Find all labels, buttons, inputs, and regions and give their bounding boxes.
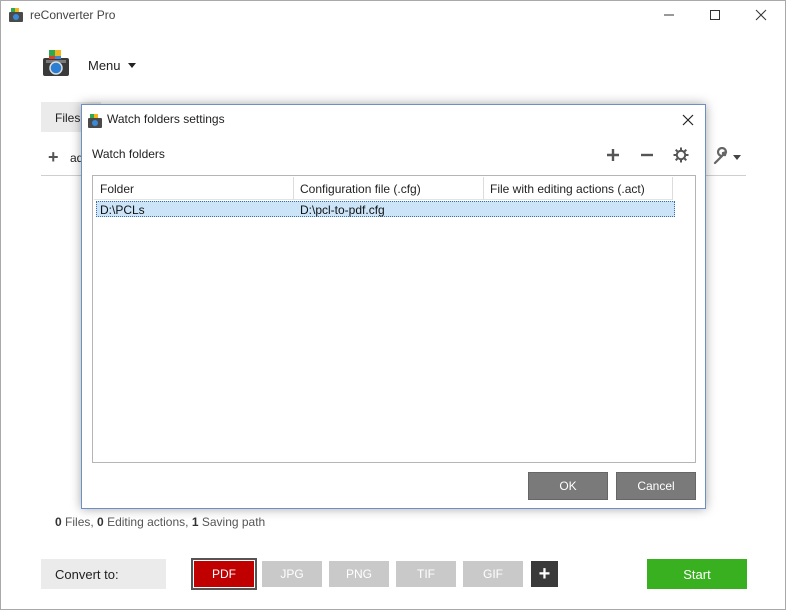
- table-row[interactable]: [96, 201, 675, 217]
- watch-folders-list[interactable]: Folder Configuration file (.cfg) File wi…: [92, 175, 696, 463]
- folder-settings-button[interactable]: [672, 146, 690, 164]
- close-icon: [682, 114, 694, 126]
- add-format-button[interactable]: +: [531, 561, 558, 587]
- row-folder-cell: D:\PCLs: [100, 203, 145, 217]
- tab-files-label: Files: [55, 111, 81, 125]
- actions-count: 0: [97, 515, 104, 529]
- chevron-down-icon[interactable]: [128, 63, 136, 68]
- remove-folder-button[interactable]: [638, 146, 656, 164]
- start-button[interactable]: Start: [647, 559, 747, 589]
- menu-button[interactable]: Menu: [88, 58, 121, 73]
- minimize-button[interactable]: [646, 0, 692, 30]
- watch-folders-dialog: Watch folders settings Watch folders Fol…: [81, 104, 706, 509]
- menu-logo-icon[interactable]: [40, 48, 72, 80]
- paths-label: Saving path: [201, 515, 266, 529]
- column-header-folder-label: Folder: [100, 182, 135, 196]
- gear-icon: [673, 147, 689, 163]
- cancel-button[interactable]: Cancel: [616, 472, 696, 500]
- convert-to-label: Convert to:: [41, 559, 166, 589]
- files-count: 0: [55, 515, 62, 529]
- column-header-config[interactable]: Configuration file (.cfg): [294, 177, 484, 200]
- format-jpg-button[interactable]: JPG: [262, 561, 322, 587]
- status-summary: 0 Files, 0 Editing actions, 1 Saving pat…: [55, 515, 265, 529]
- dialog-app-icon: [88, 114, 102, 128]
- dialog-title: Watch folders settings: [107, 112, 225, 126]
- actions-label: Editing actions,: [107, 515, 189, 529]
- column-header-actions-label: File with editing actions (.act): [490, 182, 645, 196]
- format-tif-button[interactable]: TIF: [396, 561, 456, 587]
- format-gif-button[interactable]: GIF: [463, 561, 523, 587]
- minus-icon: [641, 153, 653, 157]
- add-folder-button[interactable]: [604, 146, 622, 164]
- convert-to-text: Convert to:: [55, 567, 119, 582]
- app-logo-icon: [9, 8, 23, 22]
- plus-icon: [607, 149, 619, 161]
- maximize-icon: [710, 10, 720, 20]
- wrench-icon[interactable]: [712, 147, 744, 167]
- format-pdf-button[interactable]: PDF: [191, 558, 257, 590]
- dialog-close-button[interactable]: [678, 110, 698, 130]
- window-title: reConverter Pro: [30, 8, 116, 22]
- ok-button[interactable]: OK: [528, 472, 608, 500]
- row-config-cell: D:\pcl-to-pdf.cfg: [300, 203, 385, 217]
- format-png-button[interactable]: PNG: [329, 561, 389, 587]
- minimize-icon: [664, 14, 674, 16]
- plus-icon[interactable]: +: [48, 148, 59, 166]
- watch-folders-label: Watch folders: [92, 147, 165, 161]
- close-icon: [755, 9, 767, 21]
- column-header-config-label: Configuration file (.cfg): [300, 182, 421, 196]
- paths-count: 1: [191, 515, 199, 529]
- maximize-button[interactable]: [692, 0, 738, 30]
- files-label: Files,: [65, 515, 94, 529]
- column-header-actions[interactable]: File with editing actions (.act): [484, 177, 673, 200]
- close-button[interactable]: [738, 0, 784, 30]
- column-header-folder[interactable]: Folder: [94, 177, 294, 200]
